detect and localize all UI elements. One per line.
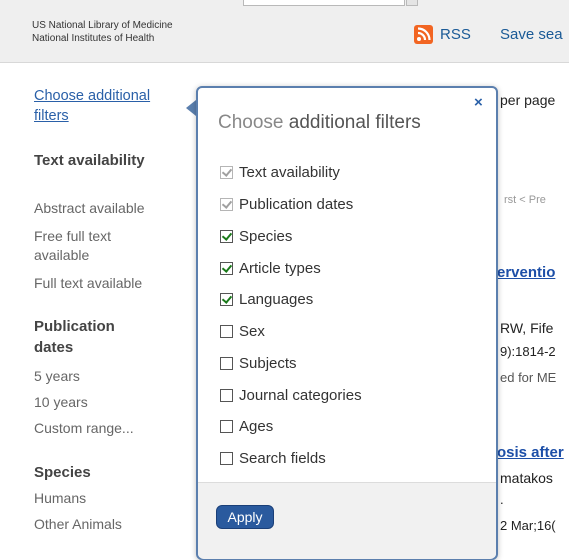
facet-item-humans[interactable]: Humans xyxy=(34,489,184,508)
checkbox-icon[interactable] xyxy=(220,419,233,433)
filter-option-label: Text availability xyxy=(239,163,340,181)
filter-option-ages[interactable]: Ages xyxy=(220,416,273,436)
filter-option-label: Ages xyxy=(239,417,274,435)
dialog-title-dark: additional filters xyxy=(288,112,421,133)
result-2-citation: 2 Mar;16( xyxy=(500,518,556,533)
pager-first-prev[interactable]: rst < Pre xyxy=(504,194,546,206)
checkbox-icon[interactable] xyxy=(220,451,233,465)
result-1-citation: 9):1814-2 xyxy=(500,344,556,359)
facet-item-10-years[interactable]: 10 years xyxy=(34,393,184,412)
result-1-authors: RW, Fife xyxy=(500,320,554,336)
per-page-label: per page xyxy=(500,92,556,108)
org-line-1: US National Library of Medicine xyxy=(32,20,173,31)
result-2-authors: matakos xyxy=(500,470,553,486)
result-2-title[interactable]: osis after xyxy=(497,444,564,461)
filter-option-label: Subjects xyxy=(239,354,297,372)
org-line-2: National Institutes of Health xyxy=(32,33,155,44)
filter-option-article-types[interactable]: Article types xyxy=(220,258,321,278)
search-input[interactable] xyxy=(243,0,405,6)
filter-option-label: Journal categories xyxy=(239,386,362,404)
dialog-footer: Apply xyxy=(198,482,496,559)
facet-item-5-years[interactable]: 5 years xyxy=(34,367,184,386)
facet-title-species: Species xyxy=(34,464,91,481)
save-search-link[interactable]: Save sea xyxy=(500,26,563,43)
facet-title-text-availability: Text availability xyxy=(34,152,145,169)
checkbox-icon[interactable] xyxy=(220,324,233,338)
checkbox-icon[interactable] xyxy=(220,197,233,211)
facet-item-full-text[interactable]: Full text available xyxy=(34,274,184,293)
filter-option-languages[interactable]: Languages xyxy=(220,289,313,309)
filter-option-sex[interactable]: Sex xyxy=(220,321,265,341)
checkbox-icon[interactable] xyxy=(220,229,233,243)
choose-additional-filters-link[interactable]: Choose additional filters xyxy=(34,86,184,126)
additional-filters-dialog: × Choose additional filters Text availab… xyxy=(196,86,498,560)
facet-title-publication-dates: Publication dates xyxy=(34,318,115,356)
close-icon[interactable]: × xyxy=(474,94,483,111)
checkbox-icon[interactable] xyxy=(220,165,233,179)
popup-pointer xyxy=(186,100,196,116)
facet-item-other-animals[interactable]: Other Animals xyxy=(34,515,184,534)
filter-option-publication-dates[interactable]: Publication dates xyxy=(220,194,353,214)
filter-option-label: Species xyxy=(239,227,293,245)
facet-item-custom-range[interactable]: Custom range... xyxy=(34,419,184,438)
search-dropdown[interactable] xyxy=(406,0,418,6)
result-1-note: ed for ME xyxy=(500,370,557,385)
filter-option-label: Publication dates xyxy=(239,195,354,213)
checkbox-icon[interactable] xyxy=(220,388,233,402)
filter-option-journal-categories[interactable]: Journal categories xyxy=(220,385,362,405)
filter-option-label: Languages xyxy=(239,290,314,308)
filter-option-subjects[interactable]: Subjects xyxy=(220,353,297,373)
filter-option-search-fields[interactable]: Search fields xyxy=(220,448,326,468)
rss-icon[interactable] xyxy=(414,25,433,44)
facet-item-abstract[interactable]: Abstract available xyxy=(34,199,184,218)
dialog-title: Choose additional filters xyxy=(218,112,421,134)
checkbox-icon[interactable] xyxy=(220,292,233,306)
checkbox-icon[interactable] xyxy=(220,261,233,275)
filter-option-species[interactable]: Species xyxy=(220,226,292,246)
apply-button[interactable]: Apply xyxy=(216,505,274,529)
checkbox-icon[interactable] xyxy=(220,356,233,370)
result-2-dot: . xyxy=(500,492,504,507)
filter-option-label: Search fields xyxy=(239,449,326,467)
rss-link[interactable]: RSS xyxy=(440,26,471,43)
facet-item-free-full-text[interactable]: Free full text available xyxy=(34,227,144,265)
filter-option-text-availability[interactable]: Text availability xyxy=(220,162,340,182)
site-header: US National Library of Medicine National… xyxy=(0,0,569,63)
filter-option-label: Article types xyxy=(239,259,321,277)
result-1-title[interactable]: erventio xyxy=(497,264,555,281)
filter-option-label: Sex xyxy=(239,322,265,340)
dialog-title-light: Choose xyxy=(218,112,289,133)
